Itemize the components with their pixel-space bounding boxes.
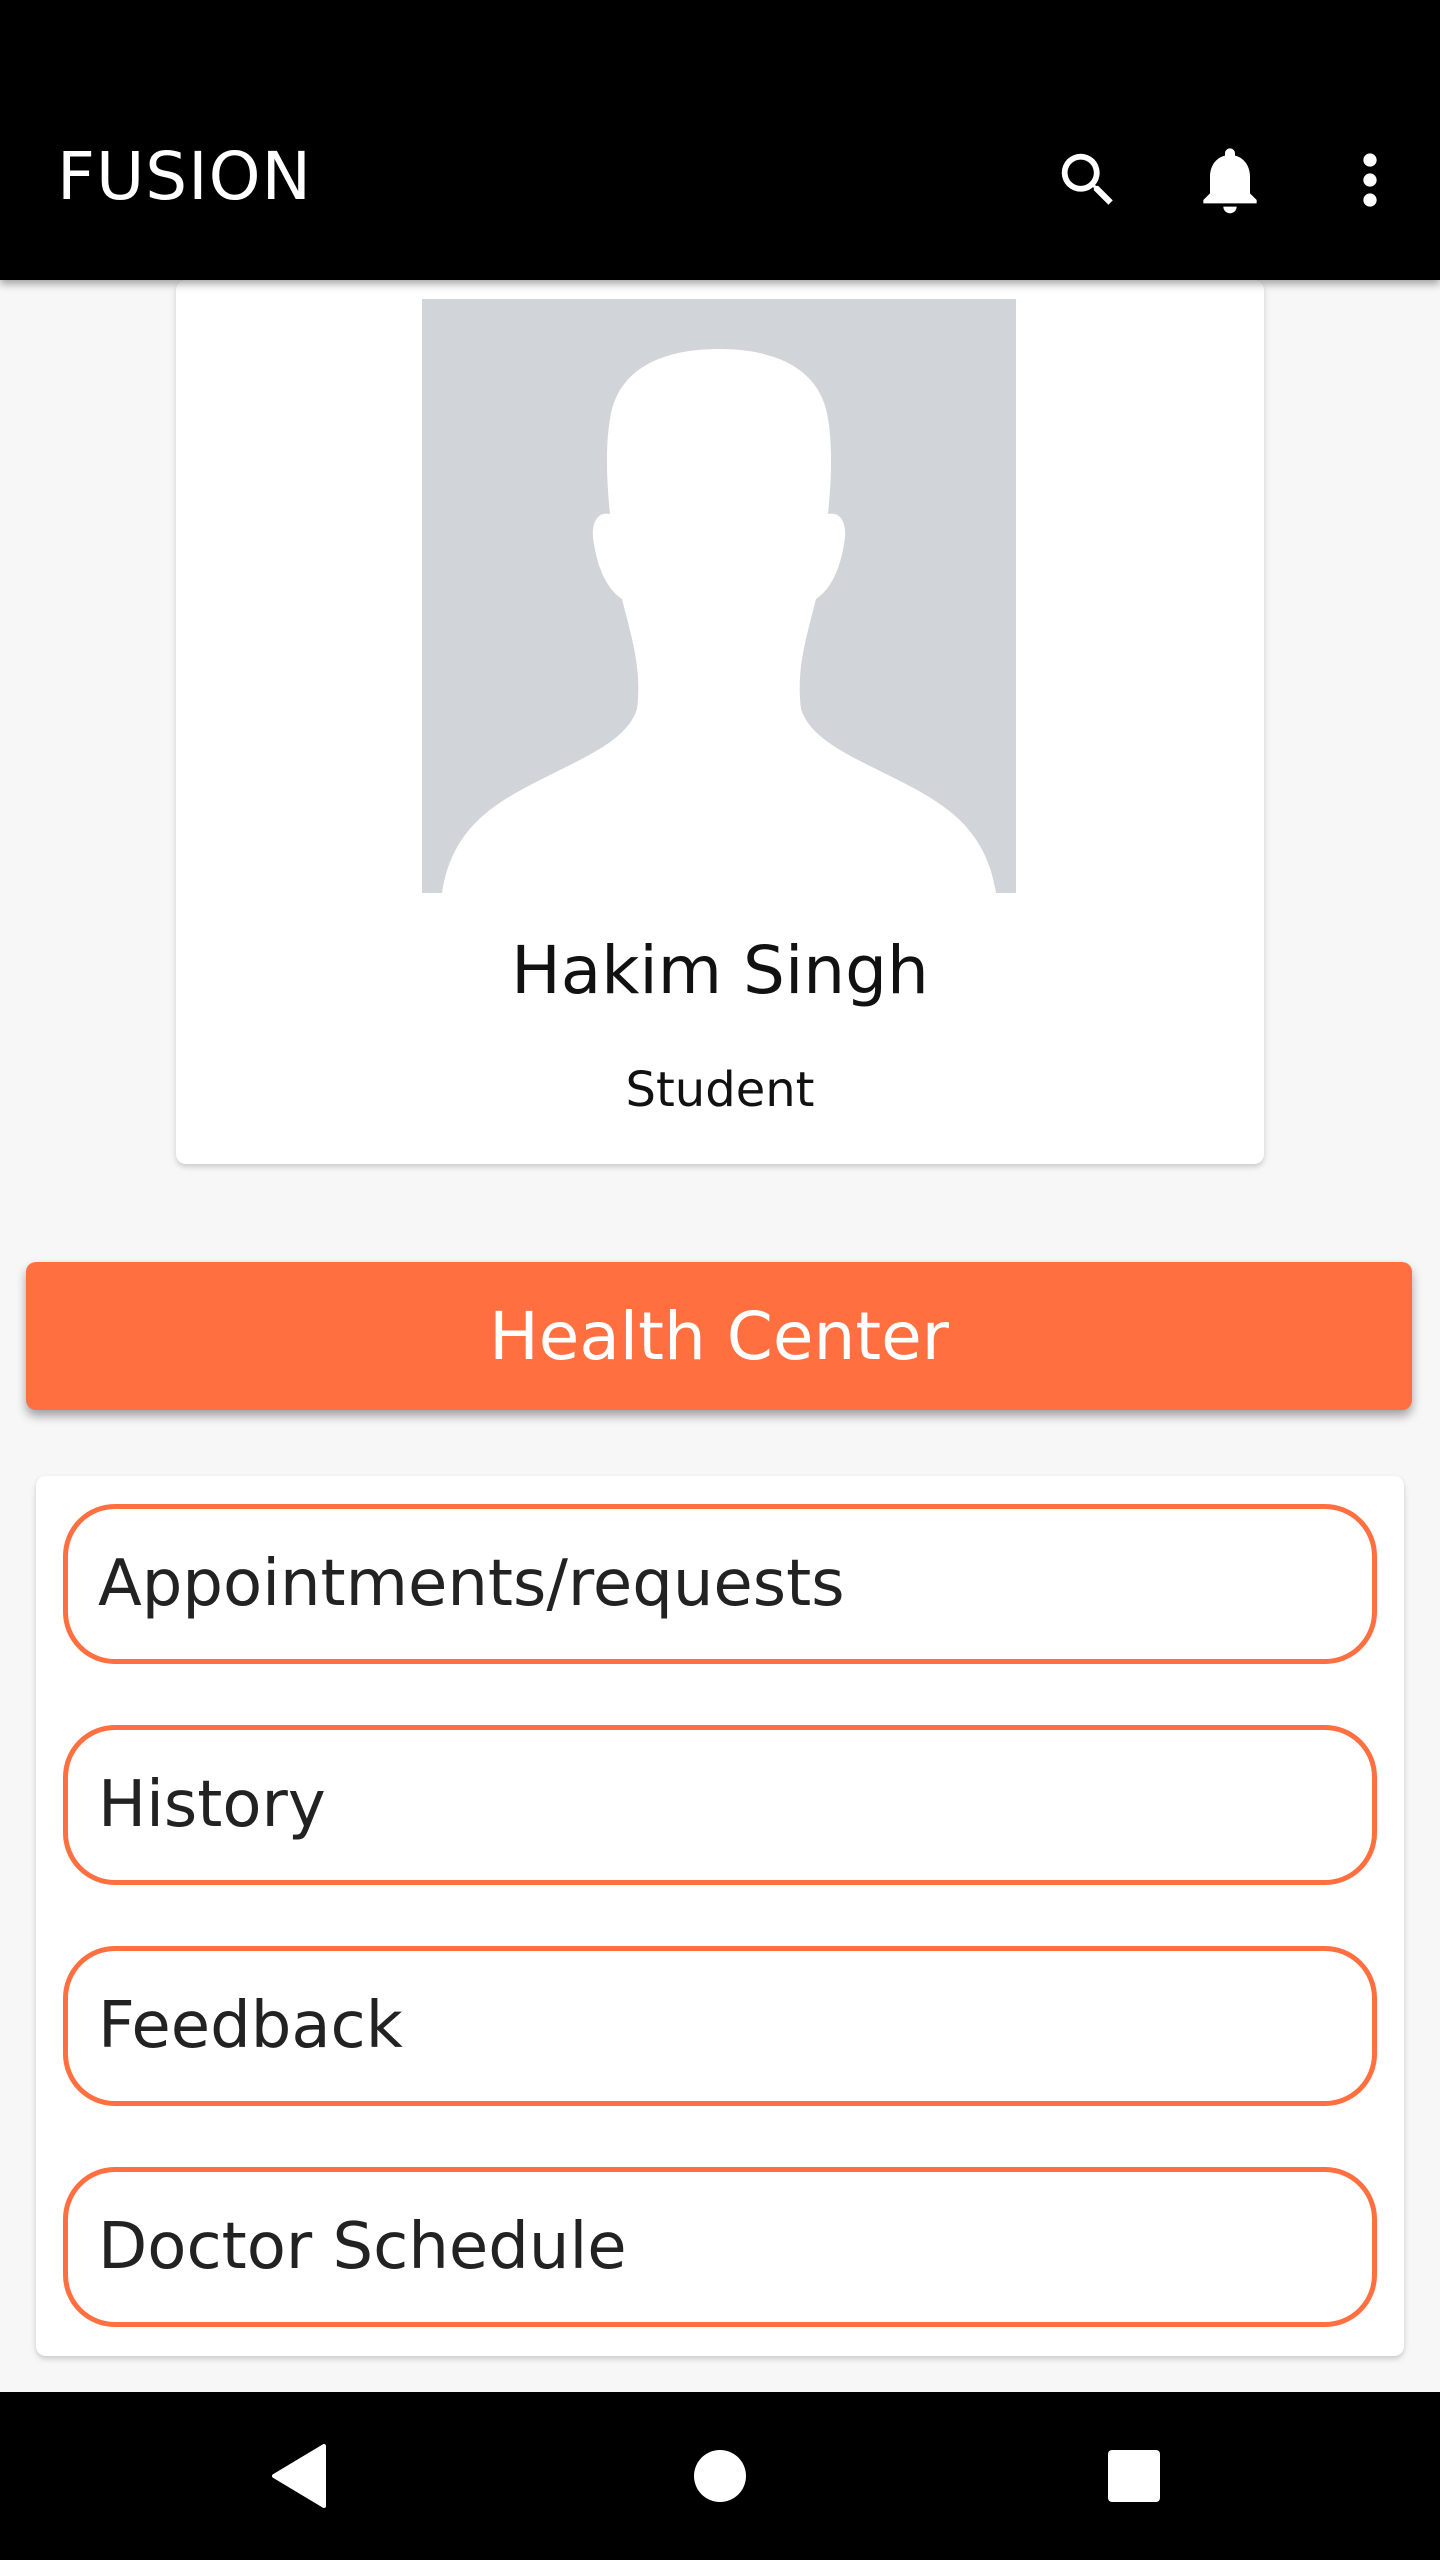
person-silhouette-icon [442,349,996,893]
menu-item-label: History [98,1768,326,1842]
app-title: FUSION [57,138,312,215]
health-menu-card: Appointments/requests History Feedback D… [36,1476,1404,2356]
screen: FUSION Hakim Singh Student Health Center… [0,0,1440,2560]
avatar[interactable] [422,299,1016,893]
recents-icon [1108,2450,1160,2502]
back-button[interactable] [250,2426,350,2526]
profile-role: Student [625,1062,815,1118]
app-bar: FUSION [0,0,1440,280]
appointments-requests-button[interactable]: Appointments/requests [63,1504,1377,1664]
search-button[interactable] [1048,140,1128,220]
menu-item-label: Appointments/requests [98,1547,845,1621]
menu-item-label: Doctor Schedule [98,2210,627,2284]
back-icon [272,2444,326,2508]
menu-item-label: Feedback [98,1989,403,2063]
home-button[interactable] [670,2426,770,2526]
home-icon [694,2450,746,2502]
profile-name: Hakim Singh [511,932,929,1009]
more-options-button[interactable] [1330,140,1410,220]
history-button[interactable]: History [63,1725,1377,1885]
more-vert-icon [1363,153,1377,207]
system-navigation-bar [0,2392,1440,2560]
doctor-schedule-button[interactable]: Doctor Schedule [63,2167,1377,2327]
notifications-button[interactable] [1190,140,1270,220]
recents-button[interactable] [1084,2426,1184,2526]
profile-card: Hakim Singh Student [176,280,1264,1164]
health-center-header[interactable]: Health Center [26,1262,1412,1410]
search-icon [1061,153,1113,205]
feedback-button[interactable]: Feedback [63,1946,1377,2106]
bell-icon [1203,148,1257,214]
section-title: Health Center [489,1297,949,1375]
